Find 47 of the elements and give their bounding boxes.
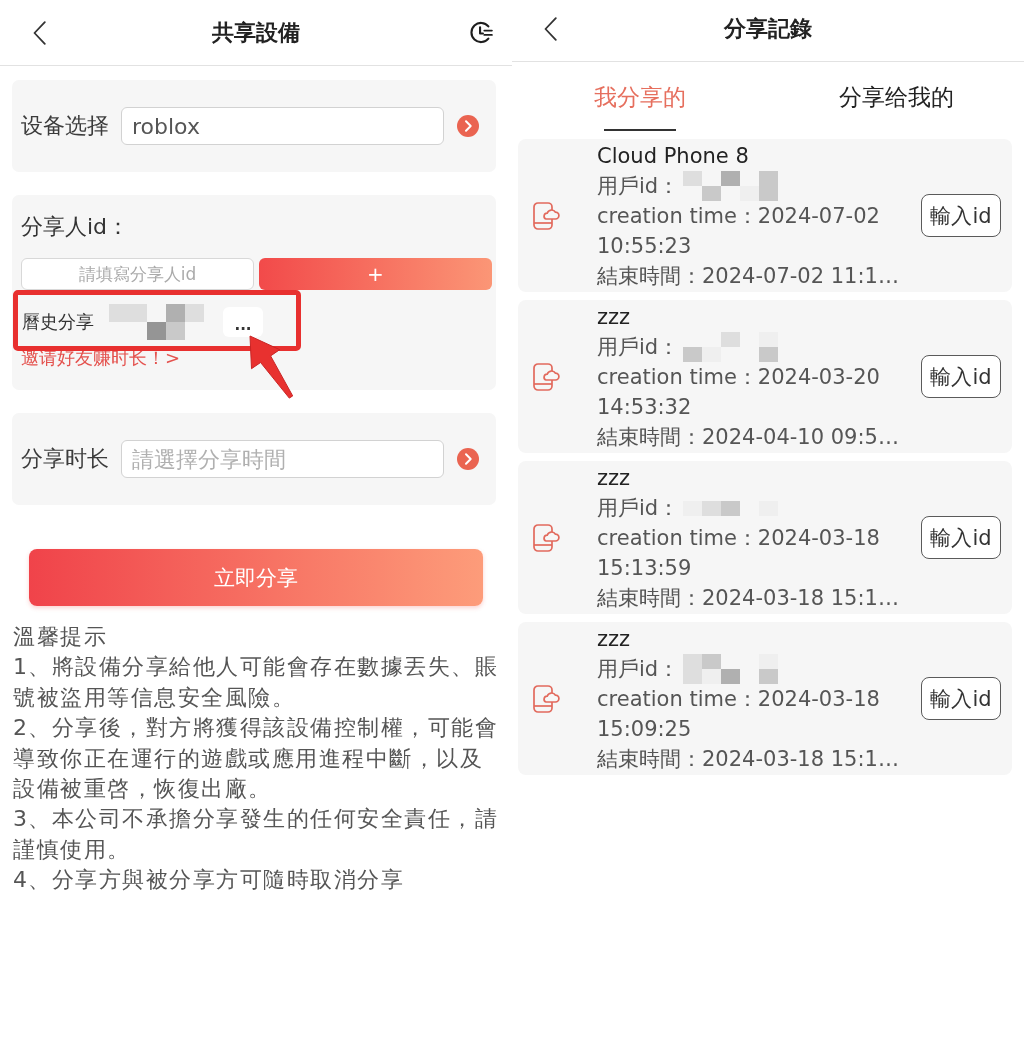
device-field[interactable]: roblox xyxy=(121,107,444,145)
enter-id-button[interactable]: 輸入id xyxy=(921,194,1001,237)
device-name: zzz xyxy=(597,465,631,492)
device-name: Cloud Phone 8 xyxy=(597,143,749,170)
end-time: 結束時間：2024-03-18 15:1… xyxy=(597,585,899,612)
history-label: 曆史分享 xyxy=(22,309,94,334)
sharer-id-field[interactable]: 請填寫分享人id xyxy=(21,258,254,290)
duration-field[interactable]: 請選擇分享時間 xyxy=(121,440,444,478)
back-icon[interactable] xyxy=(544,16,557,41)
phone-cloud-icon xyxy=(533,362,560,391)
page-title: 共享設備 xyxy=(212,18,300,47)
end-time: 結束時間：2024-04-10 09:5… xyxy=(597,424,899,451)
phone-cloud-icon xyxy=(533,523,560,552)
tips-title: 溫馨提示 xyxy=(13,623,107,651)
device-name: zzz xyxy=(597,304,631,331)
tip-text: 1、將設備分享給他人可能會存在數據丟失、賬號被盜用等信息安全風險。 xyxy=(13,653,500,712)
tab-underline xyxy=(604,129,676,131)
field-label: 分享时长 xyxy=(21,445,109,473)
clock-icon[interactable] xyxy=(470,21,493,44)
pointer-arrow xyxy=(249,335,294,399)
field-label: 设备选择 xyxy=(21,112,109,140)
creation-time: creation time：2024-03-20 14:53:32 xyxy=(597,364,881,421)
tip-text: 4、分享方與被分享方可隨時取消分享 xyxy=(13,866,406,895)
enter-id-button[interactable]: 輸入id xyxy=(921,355,1001,398)
end-time: 結束時間：2024-07-02 11:1… xyxy=(597,263,899,290)
back-icon[interactable] xyxy=(33,20,46,45)
creation-time: creation time：2024-03-18 15:09:25 xyxy=(597,686,881,743)
user-id-label: 用戶id： xyxy=(597,495,680,522)
chevron-circle-icon[interactable] xyxy=(457,448,479,470)
phone-cloud-icon xyxy=(533,684,560,713)
more-button[interactable]: ... xyxy=(223,306,263,337)
tip-text: 2、分享後，對方將獲得該設備控制權，可能會導致你正在運行的遊戲或應用進程中斷，以及設備被重啓，恢復出廠。 xyxy=(13,714,500,804)
field-label: 分享人id： xyxy=(21,213,130,241)
creation-time: creation time：2024-03-18 15:13:59 xyxy=(597,525,881,582)
user-id-label: 用戶id： xyxy=(597,334,680,361)
user-id-label: 用戶id： xyxy=(597,173,680,200)
creation-time: creation time：2024-07-02 10:55:23 xyxy=(597,203,881,260)
tab[interactable]: 分享给我的 xyxy=(838,62,954,110)
chevron-circle-icon[interactable] xyxy=(457,115,479,137)
user-id-label: 用戶id： xyxy=(597,656,680,683)
enter-id-button[interactable]: 輸入id xyxy=(921,677,1001,720)
phone-cloud-icon xyxy=(533,201,560,230)
device-name: zzz xyxy=(597,626,631,653)
end-time: 結束時間：2024-03-18 15:1… xyxy=(597,746,899,773)
page-title: 分享記錄 xyxy=(724,14,812,43)
tip-text: 3、本公司不承擔分享發生的任何安全責任，請謹慎使用。 xyxy=(13,805,500,864)
enter-id-button[interactable]: 輸入id xyxy=(921,516,1001,559)
